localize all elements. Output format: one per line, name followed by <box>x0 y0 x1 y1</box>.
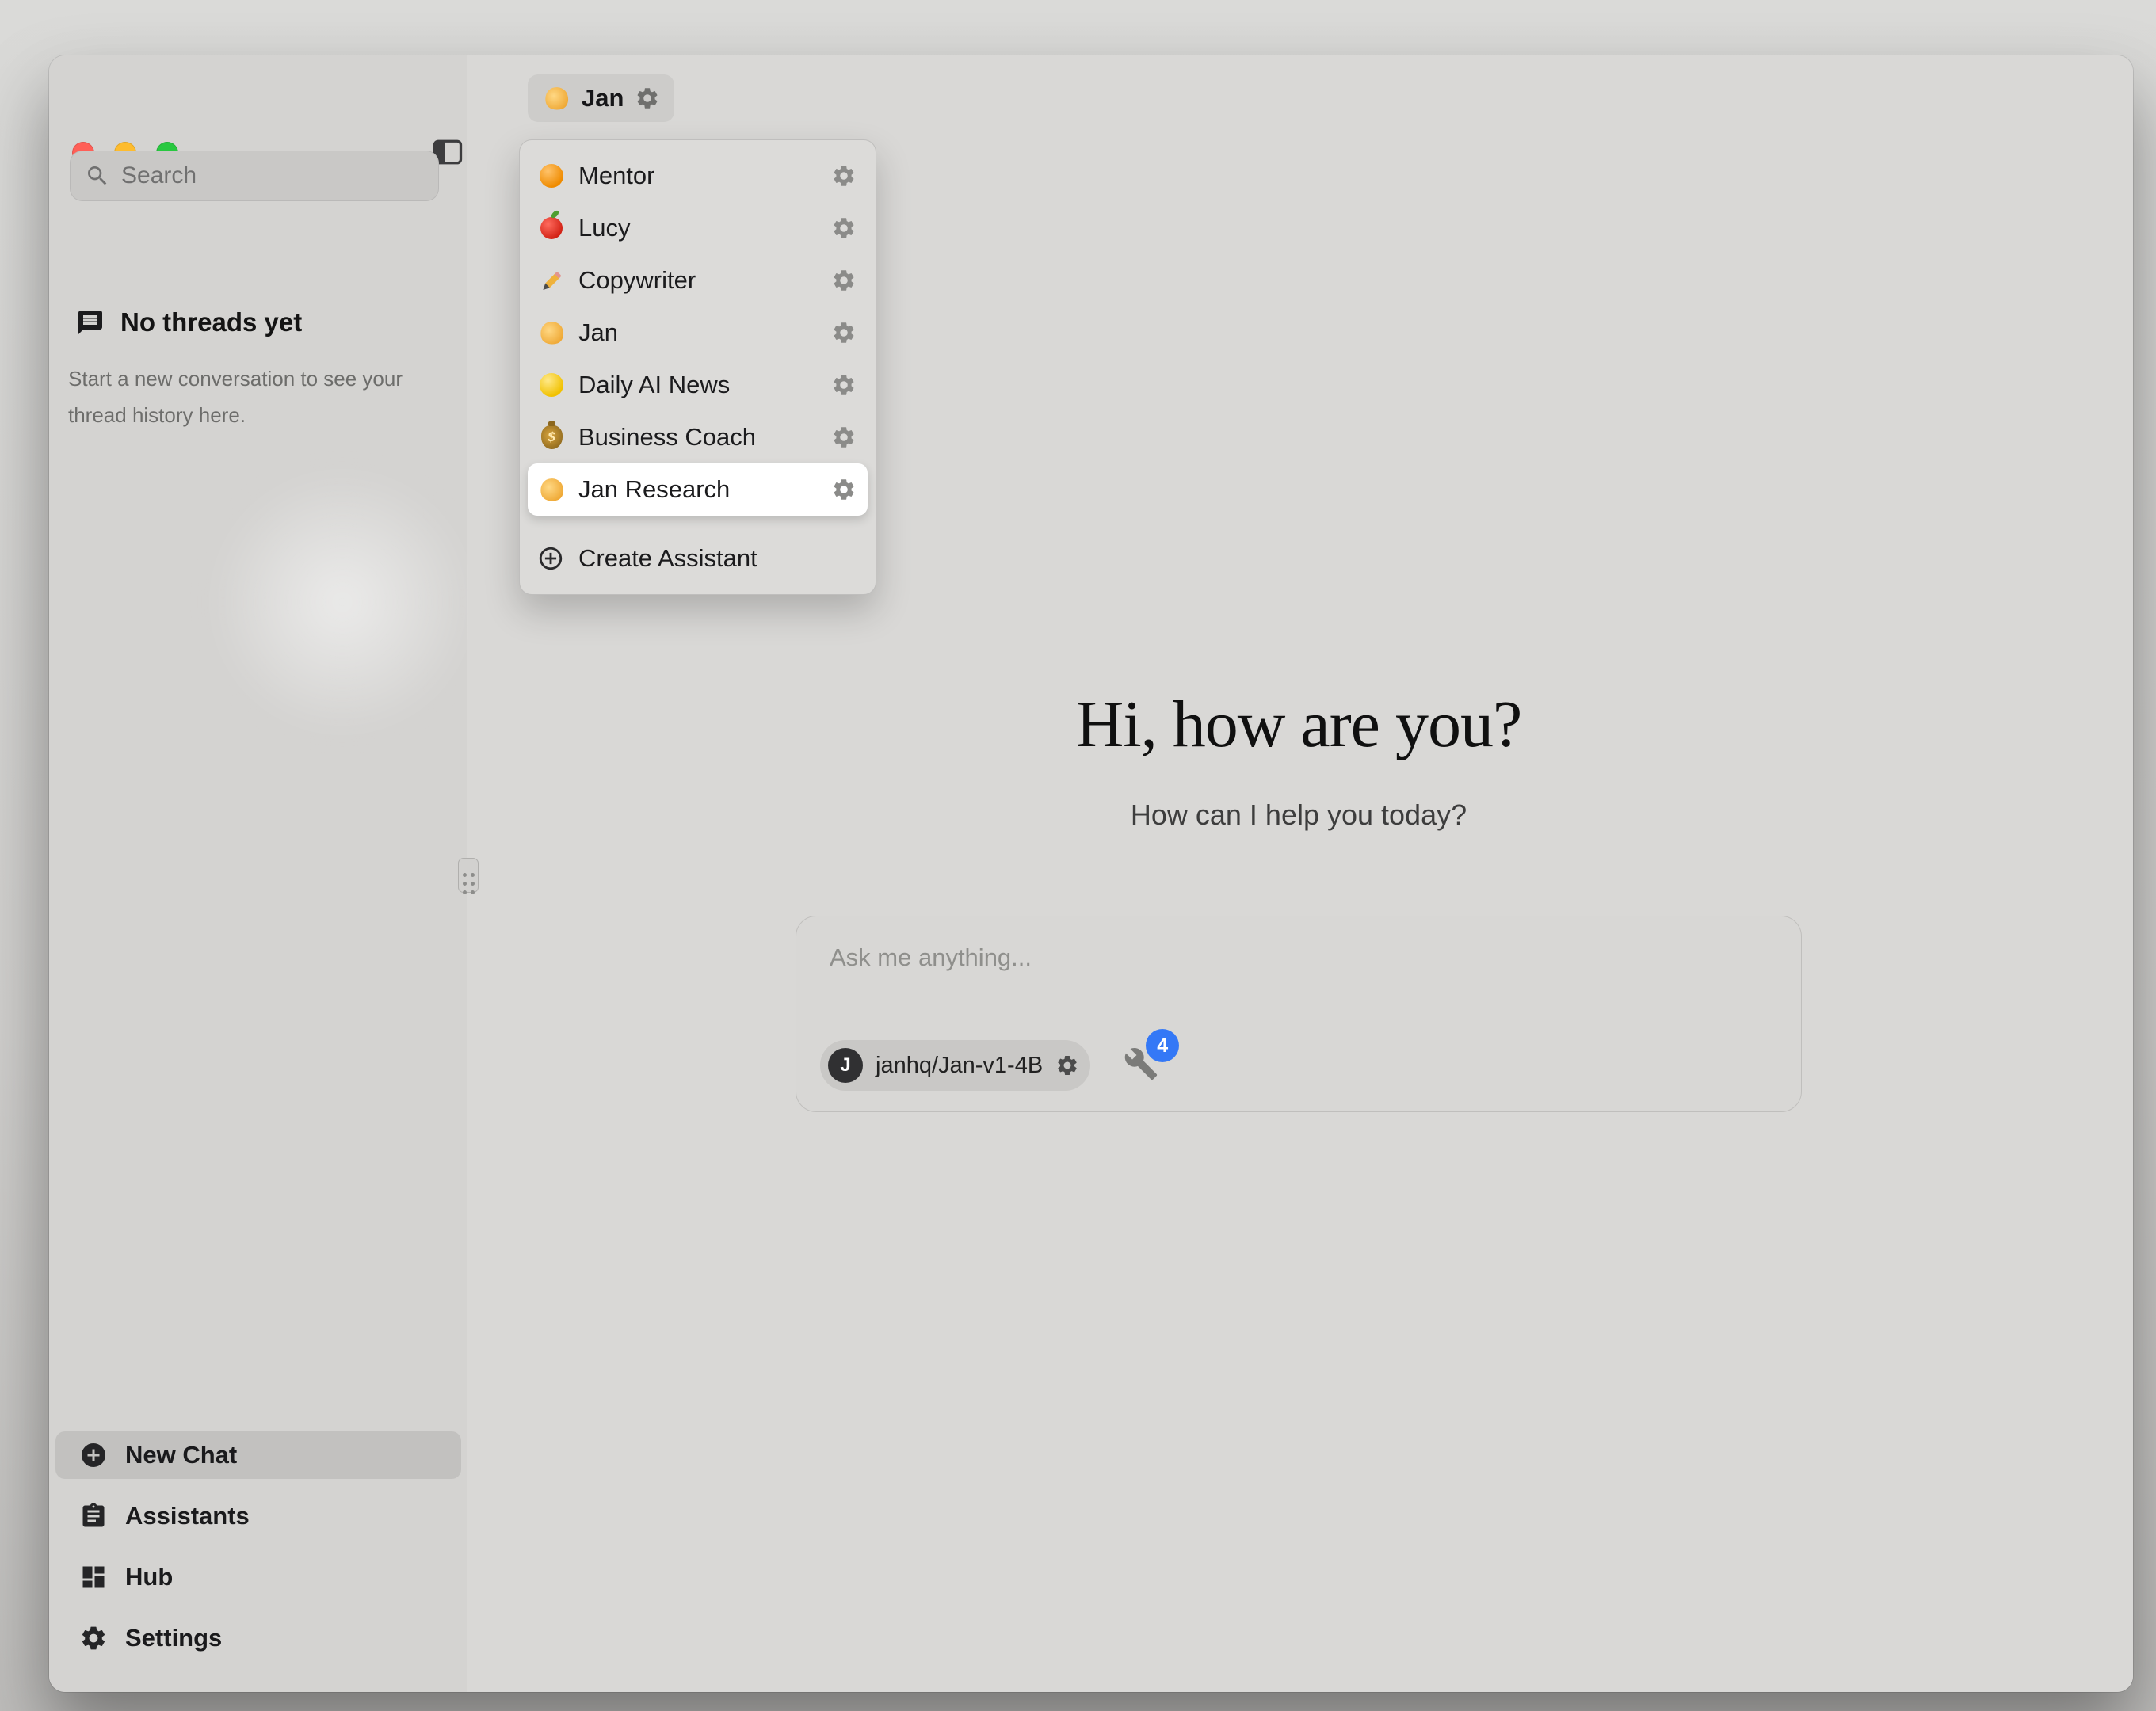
assistant-settings-icon[interactable] <box>831 215 857 241</box>
nav-label: Settings <box>125 1624 222 1652</box>
orange-fruit-icon <box>537 162 566 190</box>
pencil-icon <box>537 266 566 295</box>
empty-state-title: No threads yet <box>120 307 302 337</box>
nav-label: Assistants <box>125 1502 250 1530</box>
search-input[interactable] <box>121 162 424 189</box>
plus-circle-icon <box>79 1441 108 1469</box>
gear-icon <box>79 1624 108 1652</box>
menu-item-label: Jan Research <box>578 475 831 504</box>
assistant-settings-icon[interactable] <box>831 320 857 345</box>
yellow-circle-icon <box>537 371 566 399</box>
grid-icon <box>79 1563 108 1591</box>
menu-item-jan[interactable]: Jan <box>528 307 868 359</box>
empty-state-header: No threads yet <box>76 307 302 337</box>
assistant-gear-icon[interactable] <box>635 86 660 111</box>
sidebar-bottom-nav: New Chat Assistants Hub Settings <box>55 1431 461 1662</box>
model-gear-icon[interactable] <box>1055 1054 1079 1077</box>
greeting-subtitle: How can I help you today? <box>796 798 1802 832</box>
main-area: Jan Mentor Lucy Copywriter Jan <box>468 55 2133 1692</box>
menu-item-business-coach[interactable]: Business Coach <box>528 411 868 463</box>
assistant-settings-icon[interactable] <box>831 268 857 293</box>
sidebar-item-new-chat[interactable]: New Chat <box>55 1431 461 1479</box>
waving-hand-icon <box>542 84 570 112</box>
menu-item-daily-ai-news[interactable]: Daily AI News <box>528 359 868 411</box>
waving-hand-icon <box>537 475 566 504</box>
assistant-settings-icon[interactable] <box>831 372 857 398</box>
create-assistant-button[interactable]: Create Assistant <box>528 532 868 585</box>
money-bag-icon <box>537 423 566 452</box>
assistant-selector[interactable]: Jan <box>528 74 674 122</box>
chat-input[interactable] <box>830 943 1765 972</box>
clipboard-icon <box>79 1502 108 1530</box>
sidebar: No threads yet Start a new conversation … <box>49 55 467 1692</box>
red-apple-icon <box>537 214 566 242</box>
assistant-settings-icon[interactable] <box>831 163 857 189</box>
model-name: janhq/Jan-v1-4B <box>876 1053 1043 1079</box>
greeting-title: Hi, how are you? <box>796 686 1802 763</box>
drag-dots-icon <box>463 873 467 877</box>
menu-item-label: Business Coach <box>578 423 831 452</box>
waving-hand-icon <box>537 318 566 347</box>
assistant-settings-icon[interactable] <box>831 425 857 450</box>
background-logo-blur <box>208 467 477 737</box>
menu-item-copywriter[interactable]: Copywriter <box>528 254 868 307</box>
chat-input-container[interactable]: J janhq/Jan-v1-4B 4 <box>796 916 1802 1112</box>
menu-item-label: Lucy <box>578 214 831 242</box>
nav-label: New Chat <box>125 1441 237 1469</box>
tools-button[interactable]: 4 <box>1124 1046 1162 1084</box>
model-selector[interactable]: J janhq/Jan-v1-4B <box>820 1040 1090 1091</box>
menu-item-lucy[interactable]: Lucy <box>528 202 868 254</box>
tools-count-badge: 4 <box>1146 1029 1179 1062</box>
plus-circle-outline-icon <box>537 545 564 572</box>
chat-bubble-icon <box>76 308 105 337</box>
app-window: No threads yet Start a new conversation … <box>49 55 2133 1692</box>
assistant-settings-icon[interactable] <box>831 477 857 502</box>
menu-item-mentor[interactable]: Mentor <box>528 150 868 202</box>
assistant-name: Jan <box>582 84 624 112</box>
sidebar-item-hub[interactable]: Hub <box>55 1553 461 1601</box>
sidebar-resize-handle[interactable] <box>458 858 479 893</box>
sidebar-item-assistants[interactable]: Assistants <box>55 1492 461 1540</box>
menu-item-label: Mentor <box>578 162 831 190</box>
assistant-menu: Mentor Lucy Copywriter Jan Daily AI News <box>519 139 876 595</box>
menu-item-label: Copywriter <box>578 266 831 295</box>
sidebar-item-settings[interactable]: Settings <box>55 1614 461 1662</box>
search-icon <box>85 163 110 189</box>
model-avatar: J <box>828 1048 863 1083</box>
create-assistant-label: Create Assistant <box>578 544 757 573</box>
menu-item-jan-research[interactable]: Jan Research <box>528 463 868 516</box>
search-field[interactable] <box>70 151 439 201</box>
menu-item-label: Daily AI News <box>578 371 831 399</box>
chat-input-toolbar: J janhq/Jan-v1-4B 4 <box>820 1040 1162 1091</box>
nav-label: Hub <box>125 1563 173 1591</box>
menu-item-label: Jan <box>578 318 831 347</box>
empty-state-subtitle: Start a new conversation to see your thr… <box>68 360 425 433</box>
